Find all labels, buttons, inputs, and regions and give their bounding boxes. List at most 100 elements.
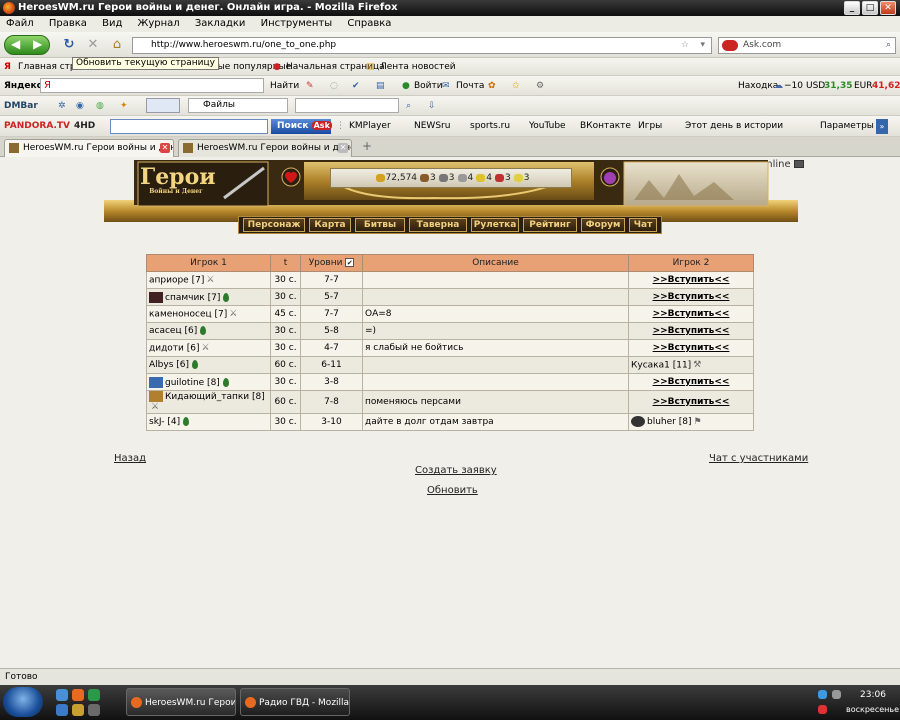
menu-tools[interactable]: Инструменты [261,18,333,29]
tab-close-icon[interactable]: ✕ [338,143,348,153]
dm-search-field[interactable] [146,98,180,113]
game-logo[interactable]: Герои Войны и Денег [140,166,216,196]
nav-chat[interactable]: Чат [629,218,657,232]
quicklaunch-app-icon[interactable] [88,689,100,701]
maximize-button[interactable]: □ [862,1,878,15]
toolbar-overflow-icon[interactable]: » [876,119,888,134]
back-forward-buttons[interactable]: ◀ ▶ [4,35,50,55]
menu-view[interactable]: Вид [102,18,122,29]
quicklaunch-folder-icon[interactable] [72,704,84,716]
favorites-icon[interactable]: ✩ [512,76,520,95]
stop-icon[interactable]: ✕ [86,38,100,52]
player1-name[interactable]: дидоти [6] [149,343,200,353]
menu-file[interactable]: Файл [6,18,34,29]
join-link[interactable]: >>Вступить<< [628,339,754,357]
menu-edit[interactable]: Правка [49,18,87,29]
tab-inactive[interactable]: HeroesWM.ru Герои войны и денег. ... ✕ [178,139,352,157]
link-this-day[interactable]: Этот день в истории [685,116,783,136]
yandex-find-button[interactable]: Найти [270,76,299,95]
player1-name[interactable]: skJ- [4] [149,417,180,427]
player1-name[interactable]: guilotine [8] [165,378,220,388]
quicklaunch-firefox-icon[interactable] [72,689,84,701]
refresh-link[interactable]: Обновить [427,485,478,496]
menu-help[interactable]: Справка [347,18,391,29]
search-input[interactable]: Ask.com ⌕ [718,37,896,54]
quicklaunch-ie-icon[interactable] [56,689,68,701]
nav-forum[interactable]: Форум [581,218,625,232]
finder-label[interactable]: Находка [738,76,778,95]
create-request-link[interactable]: Создать заявку [415,465,497,476]
player1-name[interactable]: Кидающий_тапки [8] [165,392,265,402]
player2-name[interactable]: Кусака1 [11] [631,360,691,370]
pandora-search-input[interactable] [110,119,268,134]
start-button[interactable] [3,687,43,717]
yandex-search-input[interactable]: Я [40,78,264,93]
nav-roulette[interactable]: Рулетка [471,218,519,232]
player1-name[interactable]: Albys [6] [149,360,189,370]
back-arrow-icon[interactable]: ◀ [11,37,20,51]
apps-icon[interactable]: ✿ [488,76,496,95]
dm-down-icon[interactable]: ⇩ [428,96,436,115]
join-link[interactable]: >>Вступить<< [628,390,754,414]
tray-volume-icon[interactable] [832,690,841,699]
magnifier-icon[interactable]: ⌕ [886,38,891,53]
check-icon[interactable]: ✔ [352,76,360,95]
player1-name[interactable]: асасец [6] [149,326,197,336]
nav-tavern[interactable]: Таверна [409,218,467,232]
dm-icon-3[interactable]: ◍ [96,96,104,115]
star-icon[interactable]: ☆ [681,38,689,53]
settings-gear-icon[interactable]: ⚙ [536,76,544,95]
tray-time[interactable]: 23:06 [860,690,886,700]
bookmark-news-feed[interactable]: Лента новостей [380,58,456,75]
join-link[interactable]: >>Вступить<< [628,322,754,340]
pen-icon[interactable]: ✎ [306,76,314,95]
tray-antivirus-icon[interactable] [818,705,827,714]
tab-active[interactable]: HeroesWM.ru Герои войны и ден... ✕ [4,139,174,157]
nav-character[interactable]: Персонаж [243,218,305,232]
link-youtube[interactable]: YouTube [529,116,566,136]
menu-bookmarks[interactable]: Закладки [195,18,246,29]
dm-icon-2[interactable]: ◉ [76,96,84,115]
link-newsru[interactable]: NEWSru [414,116,450,136]
link-games[interactable]: Игры [638,116,662,136]
levels-checkbox[interactable]: ✔ [345,258,355,267]
speech-icon[interactable]: ◌ [330,76,338,95]
nav-rating[interactable]: Рейтинг [523,218,577,232]
player1-name[interactable]: спамчик [7] [165,293,220,303]
new-tab-icon[interactable]: + [362,139,372,153]
join-link[interactable]: >>Вступить<< [628,373,754,391]
yandex-login[interactable]: Войти [414,76,443,95]
quicklaunch-skype-icon[interactable] [56,704,68,716]
minimize-button[interactable]: _ [844,1,860,15]
dropdown-icon[interactable]: ▾ [700,38,705,53]
join-link[interactable]: >>Вступить<< [628,288,754,306]
forward-arrow-icon[interactable]: ▶ [33,37,42,51]
join-link[interactable]: >>Вступить<< [628,271,754,289]
quicklaunch-desktop-icon[interactable] [88,704,100,716]
nav-battles[interactable]: Битвы [355,218,405,232]
chat-participants-link[interactable]: Чат с участниками [709,453,808,464]
tray-network-icon[interactable] [818,690,827,699]
menu-history[interactable]: Журнал [138,18,180,29]
nav-map[interactable]: Карта [309,218,351,232]
back-link[interactable]: Назад [114,453,146,464]
yandex-mail[interactable]: Почта [456,76,484,95]
dm-search-icon[interactable]: ⌕ [406,96,411,115]
player1-name[interactable]: априоре [7] [149,275,204,285]
taskbar-item-radio[interactable]: Радио ГВД - Mozilla F... [240,688,350,716]
dm-icon-4[interactable]: ✦ [120,96,128,115]
home-icon[interactable]: ⌂ [110,38,124,52]
pandora-search-button[interactable]: Поиск Ask [271,119,332,134]
taskbar-item-heroes[interactable]: HeroesWM.ru Герои ... [126,688,236,716]
join-link[interactable]: >>Вступить<< [628,305,754,323]
files-dropdown[interactable]: Файлы [188,98,288,113]
params-button[interactable]: Параметры [820,116,874,136]
address-bar[interactable]: http://www.heroeswm.ru/one_to_one.php ☆ … [132,37,712,54]
link-sportsru[interactable]: sports.ru [470,116,510,136]
player1-name[interactable]: каменоносец [7] [149,309,227,319]
link-vkontakte[interactable]: ВКонтакте [580,116,631,136]
dm-icon-1[interactable]: ✲ [58,96,66,115]
reload-icon[interactable]: ↻ [62,38,76,52]
player2-name[interactable]: bluher [8] [647,417,691,427]
doc-icon[interactable]: ▤ [376,76,385,95]
